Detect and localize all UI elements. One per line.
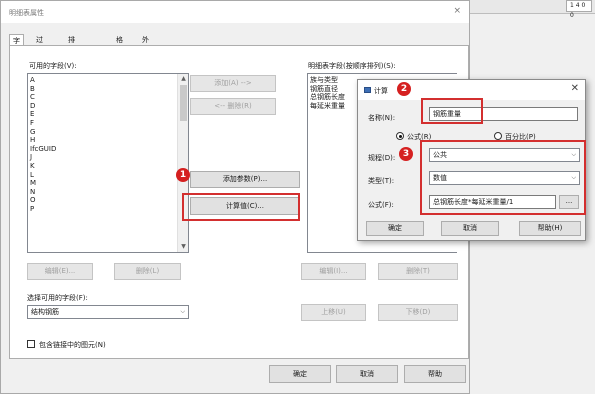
type-label: 类型(T):: [368, 177, 395, 185]
highlight-calculated-value: [182, 193, 300, 221]
formula-label: 公式(F):: [368, 201, 394, 209]
scheduled-field-item[interactable]: 钢筋直径: [310, 85, 338, 93]
discipline-label: 规程(D):: [368, 154, 396, 162]
available-field-item[interactable]: A: [30, 76, 35, 84]
percentage-radio[interactable]: [494, 132, 502, 140]
add-parameter-button[interactable]: 添加参数(P)...: [190, 171, 300, 188]
calc-title: 计算: [374, 87, 388, 95]
available-field-item[interactable]: M: [30, 179, 36, 187]
calc-titlebar: 计算 ✕: [358, 80, 585, 100]
available-fields-list[interactable]: A B C D E F G H IfcGUID J K L M N O P ▲ ▼: [27, 73, 189, 253]
move-up-button[interactable]: 上移(U): [301, 304, 366, 321]
step-badge-2: 2: [397, 82, 411, 96]
background-cell: 1 4 0 0: [566, 0, 592, 19]
background-toolbar: 1 4 0 0: [470, 0, 595, 19]
dialog-titlebar: 明细表属性 ×: [1, 1, 469, 23]
close-icon[interactable]: ✕: [571, 83, 579, 94]
edit-scheduled-field-button[interactable]: 编辑(I)...: [301, 263, 366, 280]
available-field-item[interactable]: J: [30, 153, 32, 161]
include-linked-checkbox[interactable]: [27, 340, 35, 348]
ok-button[interactable]: 确定: [269, 365, 331, 383]
cancel-button[interactable]: 取消: [336, 365, 398, 383]
available-field-item[interactable]: E: [30, 110, 34, 118]
calc-help-button[interactable]: 帮助(H): [519, 221, 581, 236]
available-field-item[interactable]: F: [30, 119, 34, 127]
available-field-item[interactable]: IfcGUID: [30, 145, 56, 153]
available-field-item[interactable]: C: [30, 93, 35, 101]
available-fields-label: 可用的字段(V):: [29, 62, 77, 70]
name-label: 名称(N):: [368, 114, 396, 122]
move-down-button[interactable]: 下移(D): [378, 304, 458, 321]
highlight-type-formula: [420, 140, 586, 215]
include-linked-label: 包含链接中的图元(N): [39, 341, 106, 349]
select-fields-from-label: 选择可用的字段(F):: [27, 294, 88, 302]
calc-ok-button[interactable]: 确定: [366, 221, 424, 236]
scroll-down-icon[interactable]: ▼: [178, 242, 188, 252]
available-field-item[interactable]: O: [30, 196, 36, 204]
select-fields-from-value: 结构钢筋: [31, 308, 59, 316]
available-field-item[interactable]: P: [30, 205, 34, 213]
step-badge-3: 3: [399, 147, 413, 161]
delete-available-field-button[interactable]: 删除(L): [114, 263, 181, 280]
highlight-name-input: [421, 98, 483, 124]
add-field-button[interactable]: 添加(A) -->: [190, 75, 276, 92]
available-field-item[interactable]: H: [30, 136, 35, 144]
edit-available-field-button[interactable]: 编辑(E)...: [27, 263, 93, 280]
chevron-down-icon: ⌵: [180, 308, 185, 315]
available-field-item[interactable]: B: [30, 85, 35, 93]
remove-field-button[interactable]: <-- 删除(R): [190, 98, 276, 115]
scroll-up-icon[interactable]: ▲: [178, 74, 188, 84]
scrollbar-thumb[interactable]: [180, 85, 187, 121]
available-fields-scrollbar[interactable]: ▲ ▼: [177, 74, 188, 252]
formula-radio[interactable]: [396, 132, 404, 140]
scheduled-field-item[interactable]: 族与类型: [310, 76, 338, 84]
delete-scheduled-field-button[interactable]: 删除(T): [378, 263, 458, 280]
scheduled-field-item[interactable]: 每延米重量: [310, 102, 345, 110]
scheduled-field-item[interactable]: 总钢筋长度: [310, 93, 345, 101]
scheduled-fields-label: 明细表字段(按顺序排列)(S):: [308, 62, 396, 70]
help-button[interactable]: 帮助: [404, 365, 466, 383]
calculator-icon: [364, 87, 371, 93]
available-field-item[interactable]: L: [30, 171, 34, 179]
available-field-item[interactable]: K: [30, 162, 35, 170]
step-badge-1: 1: [176, 168, 190, 182]
close-icon[interactable]: ×: [453, 6, 461, 16]
available-field-item[interactable]: D: [30, 102, 35, 110]
available-field-item[interactable]: G: [30, 128, 35, 136]
available-field-item[interactable]: N: [30, 188, 35, 196]
dialog-title: 明细表属性: [9, 9, 44, 17]
calc-cancel-button[interactable]: 取消: [441, 221, 499, 236]
select-fields-from-dropdown[interactable]: 结构钢筋 ⌵: [27, 305, 189, 319]
